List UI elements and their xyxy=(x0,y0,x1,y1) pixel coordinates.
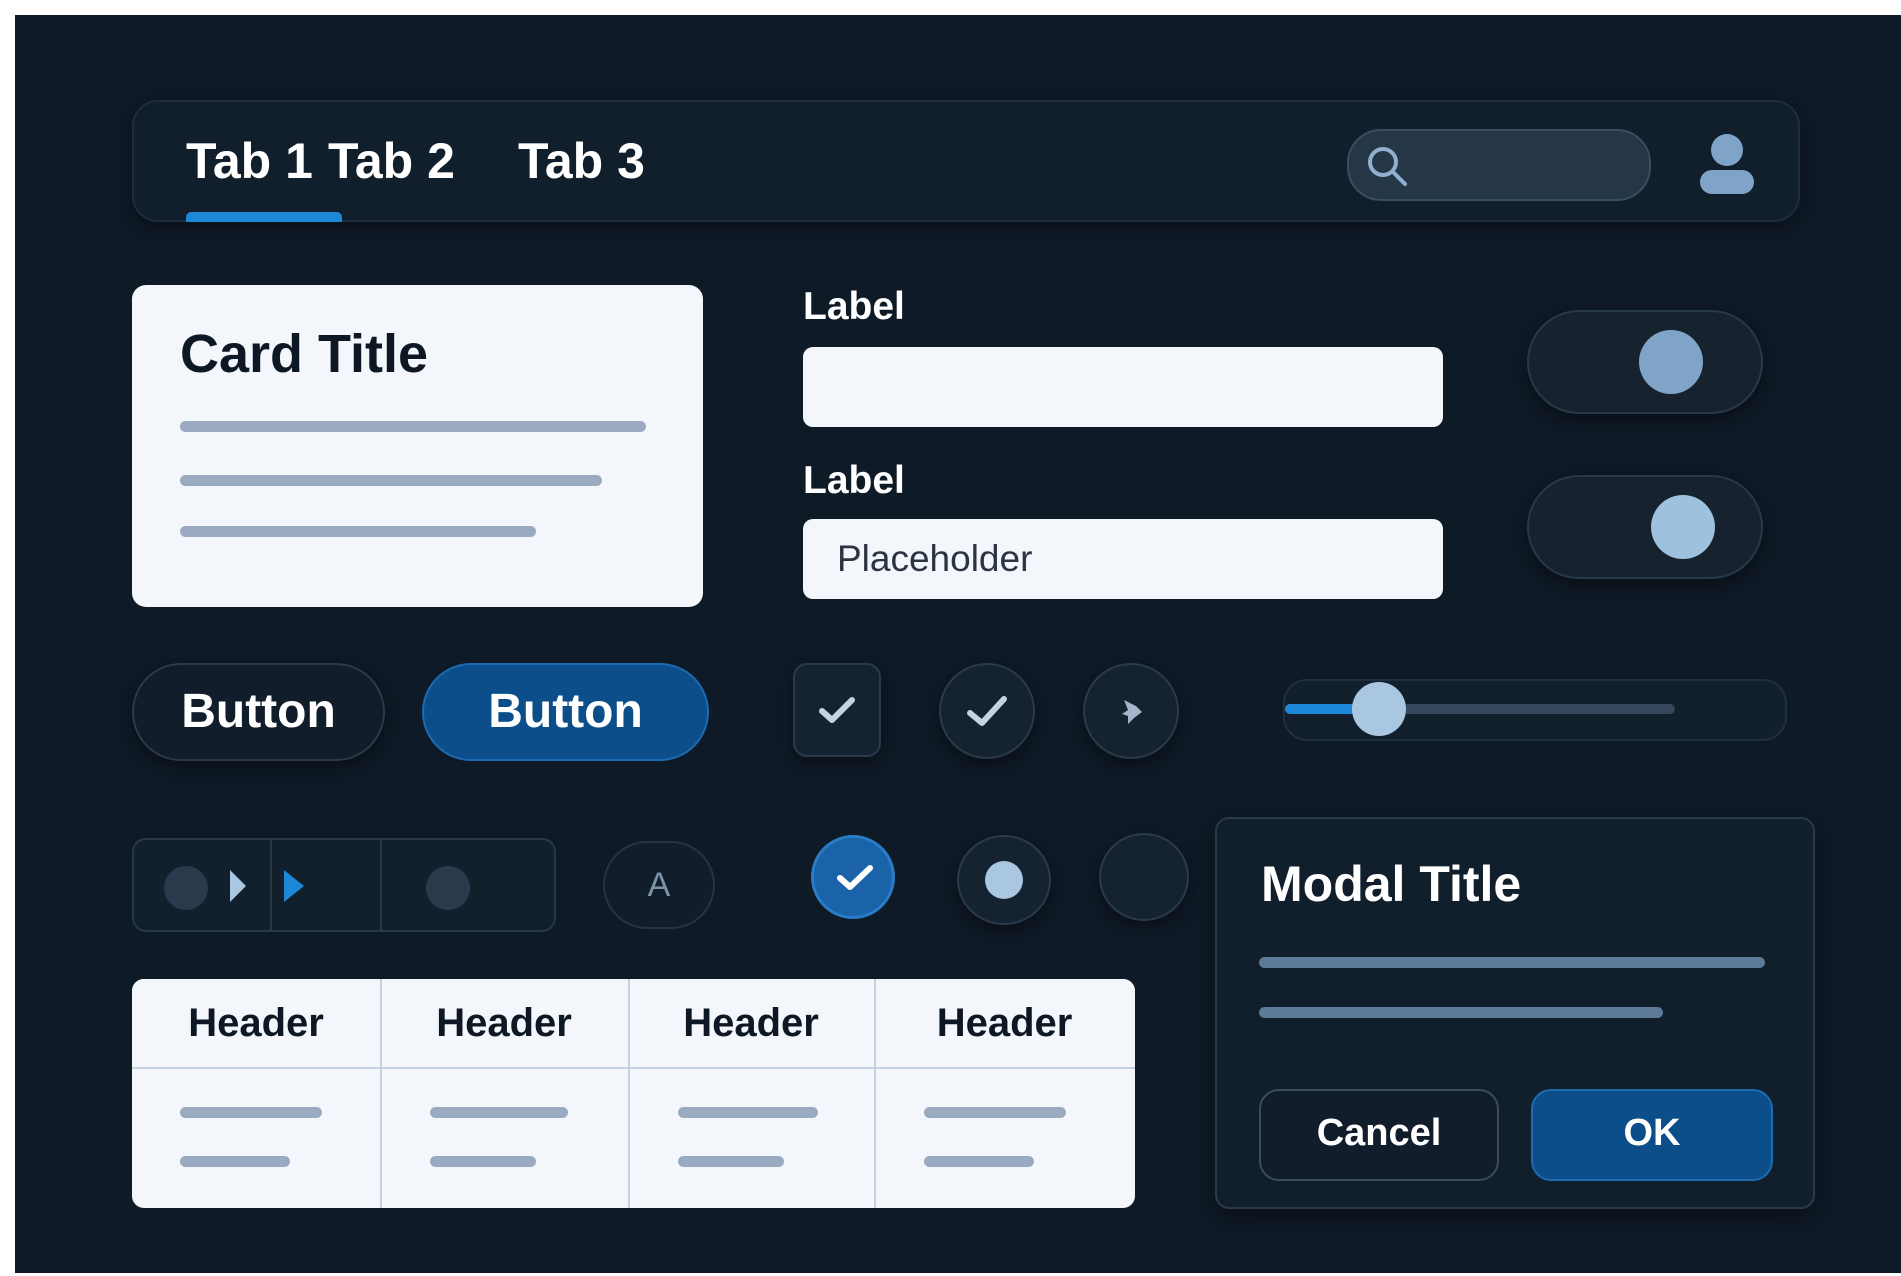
slider-track xyxy=(1285,682,1675,736)
column-divider xyxy=(628,979,630,1208)
play-icon[interactable] xyxy=(228,868,248,904)
radio-button-empty[interactable] xyxy=(1099,833,1189,921)
ui-kit-canvas: Tab 1 Tab 2 Tab 3 Card Title Label Label… xyxy=(15,15,1901,1273)
card: Card Title xyxy=(132,285,703,607)
tab-2[interactable]: Tab 2 xyxy=(328,132,455,190)
modal-text-line xyxy=(1259,957,1765,968)
table-cell-line xyxy=(678,1156,784,1167)
letter-button[interactable]: A xyxy=(603,841,715,929)
toggle-switch[interactable] xyxy=(1527,310,1763,414)
card-title: Card Title xyxy=(180,324,429,384)
play-icon[interactable] xyxy=(282,868,306,904)
active-tab-indicator xyxy=(186,212,342,222)
table-header-cell[interactable]: Header xyxy=(874,979,1135,1067)
table-header-row: Header Header Header Header xyxy=(132,979,1135,1069)
check-icon xyxy=(967,696,1007,726)
toggle-switch[interactable] xyxy=(1527,475,1763,579)
cancel-button[interactable]: Cancel xyxy=(1259,1089,1499,1181)
modal-text-line xyxy=(1259,1007,1663,1018)
text-input[interactable] xyxy=(803,347,1443,427)
table-cell-line xyxy=(180,1156,290,1167)
check-icon xyxy=(837,865,873,890)
modal-title: Modal Title xyxy=(1261,856,1522,912)
table-cell-line xyxy=(678,1107,818,1118)
round-checkbox-checked[interactable] xyxy=(939,663,1035,759)
modal-dialog: Modal Title Cancel OK xyxy=(1215,817,1815,1209)
round-checkbox-indeterminate[interactable] xyxy=(1083,663,1179,759)
tab-1[interactable]: Tab 1 xyxy=(186,132,313,190)
table-header-cell[interactable]: Header xyxy=(628,979,874,1067)
card-text-line xyxy=(180,475,602,486)
segment-dot xyxy=(164,866,208,910)
table-cell-line xyxy=(180,1107,322,1118)
radio-dot xyxy=(985,861,1023,899)
column-divider xyxy=(380,979,382,1208)
field-label: Label xyxy=(803,285,905,328)
table-cell-line xyxy=(924,1156,1034,1167)
top-navigation-bar: Tab 1 Tab 2 Tab 3 xyxy=(132,100,1800,222)
ok-button[interactable]: OK xyxy=(1531,1089,1773,1181)
secondary-button[interactable]: Button xyxy=(132,663,385,761)
field-label: Label xyxy=(803,459,905,502)
radio-button-selected[interactable] xyxy=(957,835,1051,925)
table-cell-line xyxy=(430,1107,568,1118)
segmented-control xyxy=(132,838,556,932)
toggle-knob xyxy=(1651,495,1715,559)
round-checkbox-selected[interactable] xyxy=(811,835,895,919)
table-header-cell[interactable]: Header xyxy=(132,979,380,1067)
toggle-knob xyxy=(1639,330,1703,394)
table-header-cell[interactable]: Header xyxy=(380,979,628,1067)
check-icon xyxy=(819,697,855,723)
card-text-line xyxy=(180,421,646,432)
partial-mark-icon xyxy=(1122,700,1142,724)
slider-thumb[interactable] xyxy=(1351,682,1406,736)
card-text-line xyxy=(180,526,536,537)
user-icon[interactable] xyxy=(1697,132,1757,194)
search-input[interactable] xyxy=(1347,129,1651,201)
column-divider xyxy=(874,979,876,1208)
checkbox-checked[interactable] xyxy=(793,663,881,757)
segment-divider xyxy=(270,840,272,930)
tab-3[interactable]: Tab 3 xyxy=(518,132,645,190)
primary-button[interactable]: Button xyxy=(422,663,709,761)
data-table: Header Header Header Header xyxy=(132,979,1135,1208)
placeholder-input[interactable]: Placeholder xyxy=(803,519,1443,599)
slider[interactable] xyxy=(1283,679,1787,741)
table-cell-line xyxy=(924,1107,1066,1118)
search-icon xyxy=(1368,147,1407,186)
segment-divider xyxy=(380,840,382,930)
segment-dot[interactable] xyxy=(426,866,470,910)
table-cell-line xyxy=(430,1156,536,1167)
